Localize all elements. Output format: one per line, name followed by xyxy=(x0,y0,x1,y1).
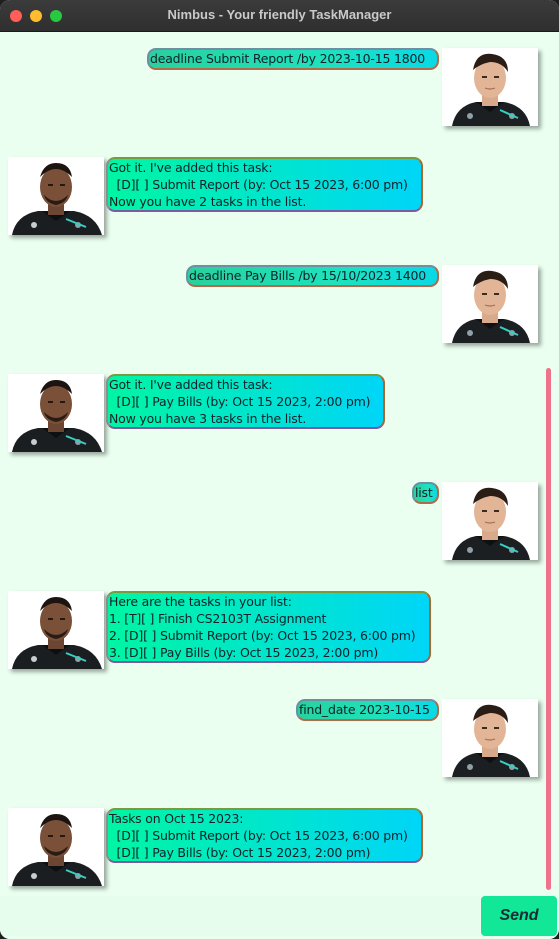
user-message-row: deadline Pay Bills /by 15/10/2023 1400 xyxy=(0,257,559,347)
message-line: deadline Submit Report /by 2023-10-15 18… xyxy=(150,51,426,66)
user-avatar-icon xyxy=(442,482,538,560)
user-message-row: deadline Submit Report /by 2023-10-15 18… xyxy=(0,40,559,130)
message-line: 3. [D][ ] Pay Bills (by: Oct 15 2023, 2:… xyxy=(109,645,379,660)
bot-avatar-icon xyxy=(8,374,104,452)
user-message-row: find_date 2023-10-15 xyxy=(0,691,559,781)
message-line: Now you have 2 tasks in the list. xyxy=(109,194,307,209)
message-line: Tasks on Oct 15 2023: xyxy=(109,811,244,826)
bot-avatar-icon xyxy=(8,157,104,235)
message-line: 1. [T][ ] Finish CS2103T Assignment xyxy=(109,611,327,626)
chat-scroll-pane[interactable]: deadline Submit Report /by 2023-10-15 18… xyxy=(0,32,559,894)
bot-message-row: Tasks on Oct 15 2023: [D][ ] Submit Repo… xyxy=(0,800,559,890)
message-line: Here are the tasks in your list: xyxy=(109,594,292,609)
title-bar: Nimbus - Your friendly TaskManager xyxy=(0,0,559,32)
user-message-row: list xyxy=(0,474,559,564)
bot-message-row: Got it. I've added this task: [D][ ] Sub… xyxy=(0,149,559,239)
user-message-bubble: list xyxy=(412,482,439,504)
user-avatar-icon xyxy=(442,699,538,777)
user-message-bubble: deadline Pay Bills /by 15/10/2023 1400 xyxy=(186,265,439,287)
message-line: Got it. I've added this task: xyxy=(109,377,273,392)
message-line: Now you have 3 tasks in the list. xyxy=(109,411,307,426)
bot-message-bubble: Tasks on Oct 15 2023: [D][ ] Submit Repo… xyxy=(106,808,423,863)
message-line: deadline Pay Bills /by 15/10/2023 1400 xyxy=(189,268,426,283)
bot-avatar-icon xyxy=(8,808,104,886)
bot-message-bubble: Here are the tasks in your list: 1. [T][ … xyxy=(106,591,431,663)
app-window: Nimbus - Your friendly TaskManager deadl… xyxy=(0,0,559,939)
user-avatar-icon xyxy=(442,265,538,343)
message-line: Got it. I've added this task: xyxy=(109,160,273,175)
vertical-scrollbar[interactable] xyxy=(546,368,551,890)
user-message-bubble: find_date 2023-10-15 xyxy=(296,699,439,721)
bot-message-bubble: Got it. I've added this task: [D][ ] Pay… xyxy=(106,374,385,429)
message-line: [D][ ] Pay Bills (by: Oct 15 2023, 2:00 … xyxy=(109,394,371,409)
bot-avatar-icon xyxy=(8,591,104,669)
send-button[interactable]: Send xyxy=(481,896,557,936)
message-line: find_date 2023-10-15 xyxy=(299,702,430,717)
message-input[interactable] xyxy=(0,896,480,936)
message-line: [D][ ] Submit Report (by: Oct 15 2023, 6… xyxy=(109,177,408,192)
bot-message-row: Here are the tasks in your list: 1. [T][ … xyxy=(0,583,559,673)
bot-message-row: Got it. I've added this task: [D][ ] Pay… xyxy=(0,366,559,456)
message-line: 2. [D][ ] Submit Report (by: Oct 15 2023… xyxy=(109,628,416,643)
message-line: list xyxy=(415,485,433,500)
message-line: [D][ ] Pay Bills (by: Oct 15 2023, 2:00 … xyxy=(109,845,371,860)
message-line: [D][ ] Submit Report (by: Oct 15 2023, 6… xyxy=(109,828,408,843)
bot-message-bubble: Got it. I've added this task: [D][ ] Sub… xyxy=(106,157,423,212)
window-title: Nimbus - Your friendly TaskManager xyxy=(167,7,392,22)
user-avatar-icon xyxy=(442,48,538,126)
input-bar: Send xyxy=(0,894,559,939)
user-message-bubble: deadline Submit Report /by 2023-10-15 18… xyxy=(147,48,439,70)
